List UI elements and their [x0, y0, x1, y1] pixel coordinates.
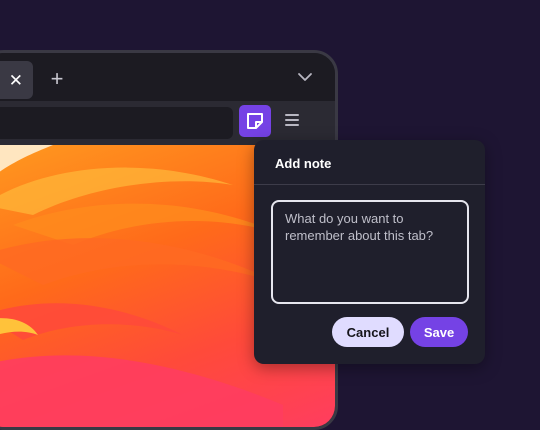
note-textarea[interactable]: [271, 200, 469, 304]
close-icon[interactable]: ✕: [9, 72, 23, 89]
chevron-down-icon[interactable]: [297, 71, 313, 83]
browser-tab[interactable]: ✕: [0, 61, 33, 99]
add-note-panel: Add note Cancel Save: [254, 140, 485, 364]
nav-toolbar: [0, 101, 335, 145]
divider: [254, 184, 485, 185]
panel-title: Add note: [275, 156, 332, 171]
add-note-button[interactable]: [239, 105, 271, 137]
save-button[interactable]: Save: [410, 317, 468, 347]
hamburger-menu-icon[interactable]: [285, 114, 299, 126]
sticky-note-icon: [247, 113, 263, 129]
tab-strip: ✕ +: [0, 53, 335, 101]
plus-icon[interactable]: +: [45, 66, 69, 91]
cancel-button[interactable]: Cancel: [332, 317, 404, 347]
url-bar[interactable]: [0, 107, 233, 139]
